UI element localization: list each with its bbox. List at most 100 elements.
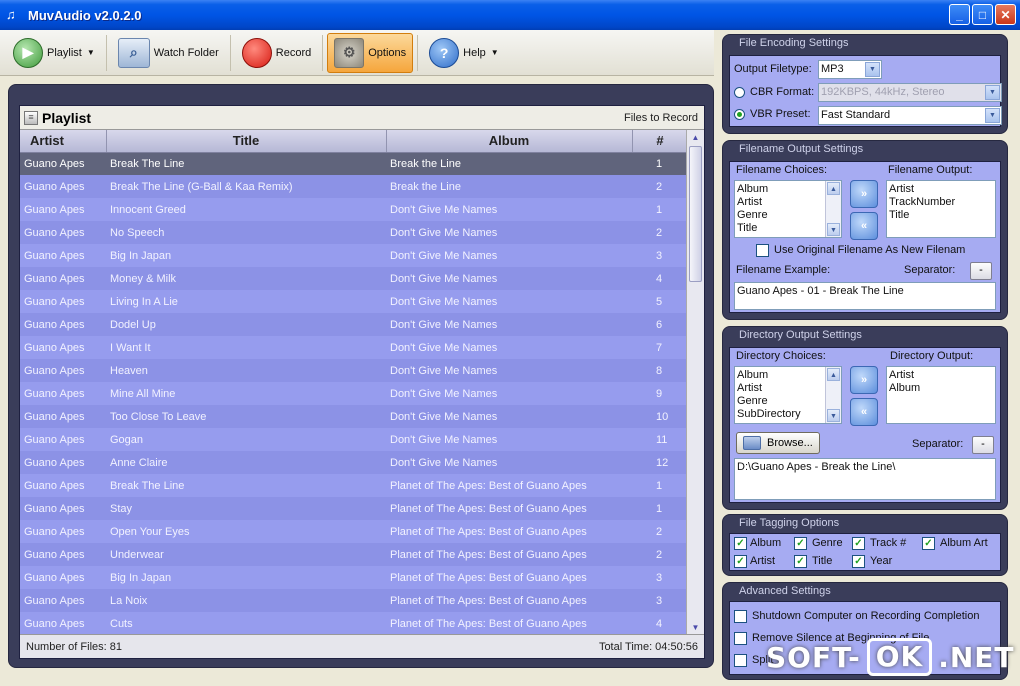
close-button[interactable]: ✕ bbox=[995, 4, 1016, 25]
scroll-down-icon[interactable]: ▼ bbox=[827, 223, 840, 236]
directory-output-list[interactable]: Artist Album bbox=[886, 366, 996, 424]
table-row[interactable]: Guano Apes Too Close To Leave Don't Give M… bbox=[20, 405, 688, 428]
cbr-radio[interactable] bbox=[734, 87, 745, 98]
filename-settings-panel: Filename Output Settings Filename Choice… bbox=[722, 140, 1008, 320]
cbr-format-select[interactable]: 192KBPS, 44kHz, Stereo ▼ bbox=[818, 83, 1002, 102]
add-directory-field-button[interactable]: » bbox=[850, 366, 878, 394]
split-checkbox[interactable] bbox=[734, 654, 747, 667]
table-row[interactable]: Guano Apes Anne Claire Don't Give Me Names… bbox=[20, 451, 688, 474]
cell-title: Innocent Greed bbox=[106, 198, 386, 221]
list-item[interactable]: Genre bbox=[737, 209, 839, 222]
table-row[interactable]: Guano Apes No Speech Don't Give Me Names 2 bbox=[20, 221, 688, 244]
table-row[interactable]: Guano Apes I Want It Don't Give Me Names 7 bbox=[20, 336, 688, 359]
filename-choices-scrollbar[interactable]: ▲ ▼ bbox=[825, 181, 841, 237]
column-header-album[interactable]: Album bbox=[386, 130, 633, 153]
list-item[interactable]: Album bbox=[889, 382, 993, 395]
help-button[interactable]: ? Help ▼ bbox=[422, 33, 506, 73]
table-row[interactable]: Guano Apes Stay Planet of The Apes: Best o… bbox=[20, 497, 688, 520]
table-row[interactable]: Guano Apes Heaven Don't Give Me Names 8 bbox=[20, 359, 688, 382]
list-item[interactable]: Genre bbox=[737, 395, 839, 408]
tag-year-checkbox[interactable]: ✓ bbox=[852, 555, 865, 568]
directory-choices-scrollbar[interactable]: ▲ ▼ bbox=[825, 367, 841, 423]
watermark-part3: .NET bbox=[938, 640, 1015, 674]
cell-artist: Guano Apes bbox=[20, 267, 106, 290]
tag-track-checkbox[interactable]: ✓ bbox=[852, 537, 865, 550]
tag-album-checkbox[interactable]: ✓ bbox=[734, 537, 747, 550]
list-item[interactable]: Artist bbox=[737, 196, 839, 209]
list-item[interactable]: Album bbox=[737, 369, 839, 382]
table-row[interactable]: Guano Apes Underwear Planet of The Apes: B… bbox=[20, 543, 688, 566]
column-header-artist[interactable]: Artist bbox=[20, 130, 107, 153]
tag-album-art-checkbox[interactable]: ✓ bbox=[922, 537, 935, 550]
minimize-button[interactable]: _ bbox=[949, 4, 970, 25]
watch-folder-button[interactable]: ⌕ Watch Folder bbox=[111, 33, 226, 73]
table-row[interactable]: Guano Apes Innocent Greed Don't Give Me Na… bbox=[20, 198, 688, 221]
files-to-record-label: Files to Record bbox=[624, 111, 698, 124]
tag-artist-checkbox[interactable]: ✓ bbox=[734, 555, 747, 568]
cell-album: Don't Give Me Names bbox=[386, 267, 632, 290]
add-filename-field-button[interactable]: » bbox=[850, 180, 878, 208]
table-row[interactable]: Guano Apes Living In A Lie Don't Give Me N… bbox=[20, 290, 688, 313]
remove-silence-checkbox[interactable] bbox=[734, 632, 747, 645]
table-row[interactable]: Guano Apes Open Your Eyes Planet of The Ap… bbox=[20, 520, 688, 543]
cell-title: Too Close To Leave bbox=[106, 405, 386, 428]
vbr-preset-select[interactable]: Fast Standard ▼ bbox=[818, 106, 1002, 125]
cell-album: Don't Give Me Names bbox=[386, 382, 632, 405]
filename-output-list[interactable]: Artist TrackNumber Title bbox=[886, 180, 996, 238]
output-filetype-select[interactable]: MP3 ▼ bbox=[818, 60, 882, 79]
scroll-up-icon[interactable]: ▲ bbox=[827, 182, 840, 195]
filename-choices-label: Filename Choices: bbox=[736, 164, 828, 176]
scroll-down-icon[interactable]: ▼ bbox=[827, 409, 840, 422]
column-header-number[interactable]: # bbox=[632, 130, 688, 153]
column-header-title[interactable]: Title bbox=[106, 130, 387, 153]
tag-genre-checkbox[interactable]: ✓ bbox=[794, 537, 807, 550]
table-row[interactable]: Guano Apes Break The Line (G-Ball & Kaa R… bbox=[20, 175, 688, 198]
toolbar-divider bbox=[417, 34, 419, 71]
maximize-button[interactable]: □ bbox=[972, 4, 993, 25]
browse-button[interactable]: Browse... bbox=[736, 432, 820, 454]
tag-title-checkbox[interactable]: ✓ bbox=[794, 555, 807, 568]
table-row[interactable]: Guano Apes Big In Japan Don't Give Me Name… bbox=[20, 244, 688, 267]
playlist-button[interactable]: ▶ Playlist ▼ bbox=[6, 33, 102, 73]
list-item[interactable]: Title bbox=[889, 209, 993, 222]
scroll-up-icon[interactable]: ▲ bbox=[827, 368, 840, 381]
filename-choices-list[interactable]: Album Artist Genre Title ▲ ▼ bbox=[734, 180, 842, 238]
list-item[interactable]: Title bbox=[737, 222, 839, 235]
remove-directory-field-button[interactable]: « bbox=[850, 398, 878, 426]
table-row[interactable]: Guano Apes Gogan Don't Give Me Names 11 bbox=[20, 428, 688, 451]
directory-settings-body: Directory Choices: Directory Output: Alb… bbox=[729, 347, 1001, 503]
cell-artist: Guano Apes bbox=[20, 175, 106, 198]
table-row[interactable]: Guano Apes Dodel Up Don't Give Me Names 6 bbox=[20, 313, 688, 336]
list-item[interactable]: Artist bbox=[889, 369, 993, 382]
table-row[interactable]: Guano Apes Mine All Mine Don't Give Me Nam… bbox=[20, 382, 688, 405]
directory-settings-panel: Directory Output Settings Directory Choi… bbox=[722, 326, 1008, 510]
playlist-scrollbar[interactable]: ▲ ▼ bbox=[686, 130, 704, 636]
list-item[interactable]: SubDirectory bbox=[737, 408, 839, 421]
scroll-thumb[interactable] bbox=[689, 146, 702, 282]
vbr-radio[interactable] bbox=[734, 109, 745, 120]
table-row[interactable]: Guano Apes Money & Milk Don't Give Me Name… bbox=[20, 267, 688, 290]
list-item[interactable]: Artist bbox=[889, 183, 993, 196]
list-item[interactable]: Artist bbox=[737, 382, 839, 395]
cell-number: 6 bbox=[632, 313, 688, 336]
record-button[interactable]: Record bbox=[235, 33, 318, 73]
list-item[interactable]: Album bbox=[737, 183, 839, 196]
filename-separator-field[interactable]: - bbox=[970, 262, 992, 280]
directory-choices-list[interactable]: Album Artist Genre SubDirectory ▲ ▼ bbox=[734, 366, 842, 424]
shutdown-checkbox[interactable] bbox=[734, 610, 747, 623]
directory-separator-field[interactable]: - bbox=[972, 436, 994, 454]
use-original-filename-checkbox[interactable] bbox=[756, 244, 769, 257]
watch-folder-label: Watch Folder bbox=[153, 46, 219, 59]
table-row[interactable]: Guano Apes Break The Line Break the Line 1 bbox=[20, 152, 688, 175]
table-row[interactable]: Guano Apes Break The Line Planet of The Ap… bbox=[20, 474, 688, 497]
table-row[interactable]: Guano Apes Big In Japan Planet of The Apes… bbox=[20, 566, 688, 589]
table-row[interactable]: Guano Apes Cuts Planet of The Apes: Best o… bbox=[20, 612, 688, 635]
options-button[interactable]: ⚙ Options bbox=[327, 32, 414, 73]
cell-number: 1 bbox=[632, 497, 688, 520]
table-row[interactable]: Guano Apes La Noix Planet of The Apes: Bes… bbox=[20, 589, 688, 612]
list-item[interactable]: TrackNumber bbox=[889, 196, 993, 209]
filename-separator-label: Separator: bbox=[904, 264, 956, 276]
cell-number: 1 bbox=[632, 198, 688, 221]
remove-filename-field-button[interactable]: « bbox=[850, 212, 878, 240]
scroll-up-icon[interactable]: ▲ bbox=[687, 130, 704, 146]
